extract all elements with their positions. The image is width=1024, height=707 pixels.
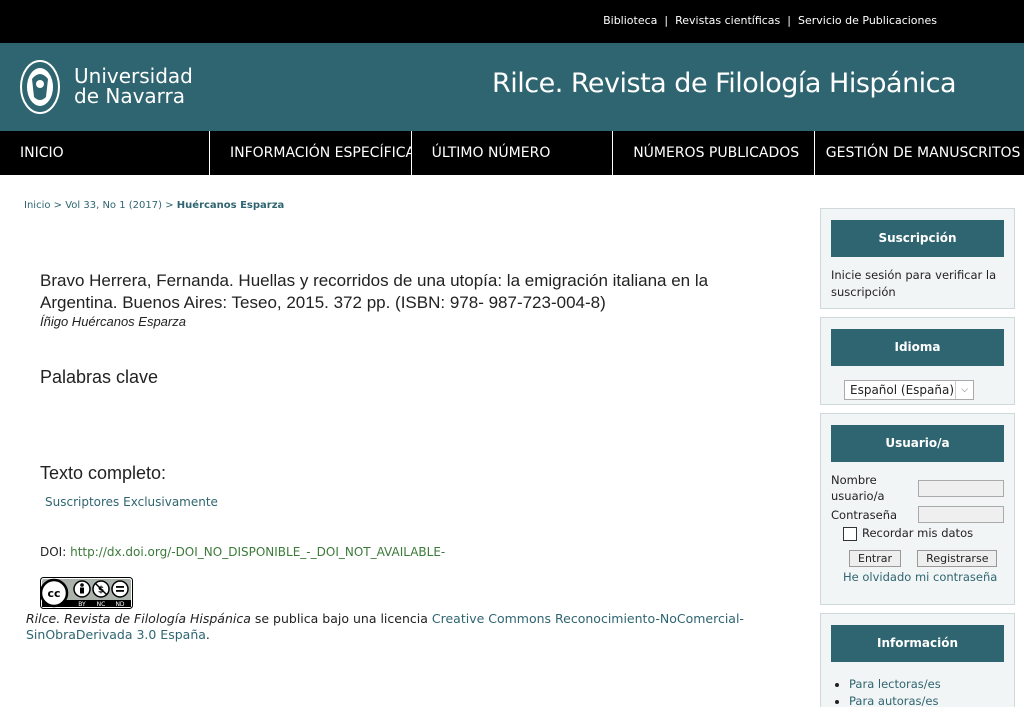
doi-label: DOI: bbox=[40, 545, 67, 559]
language-selected: Español (España) bbox=[850, 383, 955, 397]
remember-label: Recordar mis datos bbox=[862, 526, 974, 540]
breadcrumb-issue[interactable]: Vol 33, No 1 (2017) bbox=[65, 200, 162, 211]
language-title: Idioma bbox=[831, 329, 1004, 366]
top-links: Biblioteca | Revistas científicas | Servicio… bbox=[603, 14, 937, 27]
nav-numeros-publicados[interactable]: NÚMEROS PUBLICADOS bbox=[613, 131, 815, 175]
license-journal: Rilce. Revista de Filología Hispánica bbox=[26, 611, 251, 626]
svg-text:cc: cc bbox=[47, 587, 60, 600]
logo-line-2: de Navarra bbox=[74, 84, 186, 108]
nav-informacion-especifica[interactable]: INFORMACIÓN ESPECÍFICA bbox=[210, 131, 412, 175]
nav-ultimo-numero[interactable]: ÚLTIMO NÚMERO bbox=[412, 131, 614, 175]
top-link-revistas[interactable]: Revistas científicas bbox=[675, 14, 780, 27]
login-button[interactable]: Entrar bbox=[849, 549, 902, 567]
info-link-authors[interactable]: Para autoras/es bbox=[849, 694, 938, 707]
nav-inicio[interactable]: INICIO bbox=[0, 131, 210, 175]
nav-gestion-manuscritos[interactable]: GESTIÓN DE MANUSCRITOS bbox=[815, 131, 1024, 175]
top-link-biblioteca[interactable]: Biblioteca bbox=[603, 14, 657, 27]
doi-link[interactable]: http://dx.doi.org/-DOI_NO_DISPONIBLE_-_D… bbox=[70, 545, 445, 559]
top-link-servicio[interactable]: Servicio de Publicaciones bbox=[798, 14, 937, 27]
subscription-block: Suscripción Inicie sesión para verificar… bbox=[820, 208, 1015, 309]
password-input[interactable] bbox=[918, 506, 1004, 523]
register-button[interactable]: Registrarse bbox=[917, 549, 998, 567]
user-title: Usuario/a bbox=[831, 425, 1004, 462]
article-author: Íñigo Huércanos Esparza bbox=[40, 314, 186, 329]
cc-nd-label: ND bbox=[115, 601, 124, 608]
cc-nc-label: NC bbox=[97, 601, 106, 608]
username-input[interactable] bbox=[918, 479, 1004, 497]
list-item: Para lectoras/es bbox=[849, 676, 1004, 693]
information-list: Para lectoras/es Para autoras/es bbox=[849, 676, 1004, 707]
top-bar: Biblioteca | Revistas científicas | Servicio… bbox=[0, 0, 1024, 43]
breadcrumb-home[interactable]: Inicio bbox=[24, 200, 50, 211]
information-title: Información bbox=[831, 625, 1004, 662]
main-nav: INICIO INFORMACIÓN ESPECÍFICA ÚLTIMO NÚM… bbox=[0, 131, 1024, 175]
fulltext-heading: Texto completo: bbox=[40, 463, 167, 483]
info-link-readers[interactable]: Para lectoras/es bbox=[849, 677, 941, 691]
subscription-text: Inicie sesión para verificar la suscripc… bbox=[831, 268, 997, 299]
username-label: Nombre usuario/a bbox=[831, 473, 885, 503]
breadcrumb: Inicio > Vol 33, No 1 (2017) > Huércanos… bbox=[24, 200, 285, 211]
sidebar: Suscripción Inicie sesión para verificar… bbox=[820, 208, 1015, 707]
keywords-heading: Palabras clave bbox=[40, 367, 159, 387]
license-text: Rilce. Revista de Filología Hispánica se… bbox=[26, 611, 744, 642]
logo-line-1: Universidad bbox=[74, 64, 193, 88]
language-block: Idioma Español (España) ⌵ bbox=[820, 317, 1015, 405]
subscription-title: Suscripción bbox=[831, 220, 1004, 257]
cc-by-label: BY bbox=[78, 601, 86, 608]
list-item: Para autoras/es bbox=[849, 693, 1004, 707]
forgot-password-link[interactable]: He olvidado mi contraseña bbox=[843, 570, 1004, 584]
university-seal-icon bbox=[20, 60, 60, 114]
cc-license-badge[interactable]: cc $ BY NC ND bbox=[40, 577, 133, 609]
article-title: Bravo Herrera, Fernanda. Huellas y recor… bbox=[40, 271, 709, 312]
fulltext-link[interactable]: Suscriptores Exclusivamente bbox=[45, 495, 218, 509]
information-block: Información Para lectoras/es Para autora… bbox=[820, 613, 1015, 707]
user-block: Usuario/a Nombre usuario/a Contraseña Re… bbox=[820, 413, 1015, 605]
site-header: Universidad de Navarra Rilce. Revista de… bbox=[0, 43, 1024, 131]
doi-line: DOI: http://dx.doi.org/-DOI_NO_DISPONIBL… bbox=[40, 545, 445, 559]
site-title[interactable]: Rilce. Revista de Filología Hispánica bbox=[492, 68, 957, 99]
nd-icon bbox=[111, 580, 129, 598]
chevron-down-icon: ⌵ bbox=[955, 381, 973, 399]
password-label: Contraseña bbox=[831, 507, 898, 522]
remember-checkbox[interactable] bbox=[843, 526, 857, 541]
language-select[interactable]: Español (España) ⌵ bbox=[844, 380, 974, 400]
university-logo[interactable]: Universidad de Navarra bbox=[18, 57, 218, 117]
breadcrumb-current[interactable]: Huércanos Esparza bbox=[177, 200, 285, 211]
article-main: Bravo Herrera, Fernanda. Huellas y recor… bbox=[40, 270, 780, 329]
